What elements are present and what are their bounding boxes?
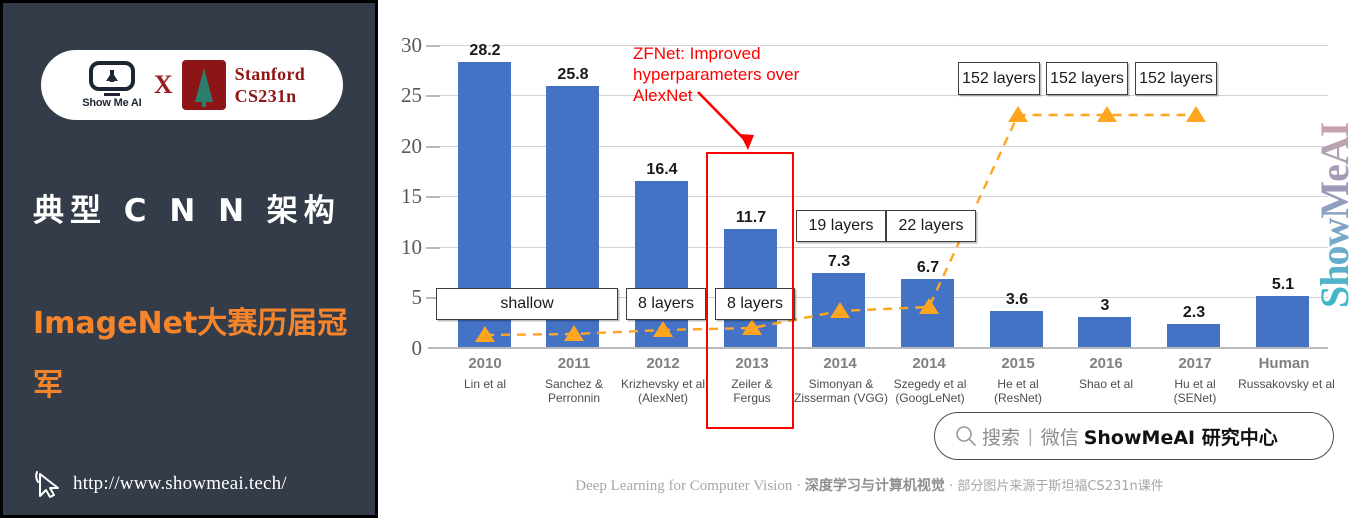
footer-cn-note: 部分图片来源于斯坦福CS231n课件 xyxy=(957,479,1164,494)
ytick-mark-30 xyxy=(426,45,440,47)
showmeai-mark-icon xyxy=(88,61,135,91)
bar-human xyxy=(1256,296,1309,347)
depth-box-2014-googlenet: 22 layers xyxy=(886,210,976,242)
ytick-label-25: 25 xyxy=(401,83,422,107)
ytick-label-10: 10 xyxy=(401,235,422,259)
ytick-label-5: 5 xyxy=(411,285,423,309)
xtick-year-2014-vgg: 2014 xyxy=(823,355,857,372)
xtick-author-2016: Shao et al xyxy=(1078,377,1134,391)
xtick-author-human: Russakovsky et al xyxy=(1238,377,1335,391)
bar-2014-googlenet xyxy=(901,279,954,347)
footer-en: Deep Learning for Computer Vision xyxy=(575,478,793,494)
depth-box-2016: 152 layers xyxy=(1046,62,1128,95)
ytick-label-20: 20 xyxy=(401,134,422,158)
bar-2012 xyxy=(635,181,688,347)
imagenet-winners-chart: 30 25 20 15 10 5 0 28.2 25.8 16.4 11.7 7… xyxy=(378,0,1361,470)
bar-2015 xyxy=(990,311,1043,347)
brand-badge: Show Me AI X Stanford CS231n xyxy=(41,50,343,120)
stanford-tree-icon xyxy=(194,68,213,107)
cursor-icon xyxy=(35,471,59,498)
xtick-year-2014-googlenet: 2014 xyxy=(912,355,946,372)
stanford-s-logo-icon xyxy=(181,52,226,110)
bar-value-human: 5.1 xyxy=(1271,276,1295,293)
xtick-year-2016: 2016 xyxy=(1089,355,1123,372)
collab-x-label: X xyxy=(153,70,173,99)
ytick-label-30: 30 xyxy=(401,33,422,57)
xtick-year-human: Human xyxy=(1258,355,1310,372)
showmeai-logo: Show Me AI xyxy=(79,61,145,109)
showmeai-stand xyxy=(103,93,120,96)
footer-cn-bold: 深度学习与计算机视觉 xyxy=(804,478,945,494)
wechat-search-bar[interactable]: 搜索 | 微信 ShowMeAI 研究中心 xyxy=(934,412,1334,460)
content-panel: 30 25 20 15 10 5 0 28.2 25.8 16.4 11.7 7… xyxy=(378,0,1361,518)
xtick-year-2015: 2015 xyxy=(1001,355,1035,372)
xtick-author-2012: Krizhevsky et al (AlexNet) xyxy=(620,377,706,405)
bar-2014-vgg xyxy=(812,273,865,347)
xtick-year-2012: 2012 xyxy=(646,355,680,372)
ytick-mark-25 xyxy=(426,95,440,97)
zfnet-annotation: ZFNet: Improved hyperparameters over Ale… xyxy=(633,44,800,105)
bar-2016 xyxy=(1078,317,1131,347)
xtick-year-2011: 2011 xyxy=(557,355,591,372)
ytick-mark-15 xyxy=(426,196,440,198)
sidebar-panel: Show Me AI X Stanford CS231n 典型 C N N 架构… xyxy=(0,0,378,518)
stanford-line-2: CS231n xyxy=(234,86,297,106)
xtick-year-2017: 2017 xyxy=(1178,355,1212,372)
search-channel: 微信 xyxy=(1040,426,1079,449)
site-url-row[interactable]: http://www.showmeai.tech/ xyxy=(33,469,287,499)
xtick-year-2010: 2010 xyxy=(468,355,502,372)
bar-2017 xyxy=(1167,324,1220,347)
footer-sep-2: · xyxy=(948,478,954,494)
page-subtitle: ImageNet大赛历届冠军 xyxy=(33,306,348,403)
search-divider: | xyxy=(1028,425,1033,446)
footer-sep-1: · xyxy=(796,478,802,494)
bar-value-2015: 3.6 xyxy=(1005,291,1029,308)
ytick-mark-20 xyxy=(426,146,440,148)
bar-value-2014-vgg: 7.3 xyxy=(827,253,851,270)
axis-baseline xyxy=(428,347,1328,349)
depth-box-2012: 8 layers xyxy=(626,288,706,320)
bar-value-2011: 25.8 xyxy=(557,66,589,83)
bar-value-2017: 2.3 xyxy=(1182,304,1206,321)
site-url-label: http://www.showmeai.tech/ xyxy=(73,473,287,494)
search-icon xyxy=(956,426,976,446)
stanford-course-name: Stanford CS231n xyxy=(235,63,305,107)
depth-box-2015: 152 layers xyxy=(958,62,1040,95)
search-placeholder: 搜索 xyxy=(982,426,1021,449)
depth-box-2017: 152 layers xyxy=(1135,62,1217,95)
slide-root: Show Me AI X Stanford CS231n 典型 C N N 架构… xyxy=(0,0,1361,518)
depth-box-shallow: shallow xyxy=(436,288,618,320)
xtick-year-2013: 2013 xyxy=(735,355,769,372)
xtick-author-2010: Lin et al xyxy=(463,377,507,391)
showmeai-logo-label: Show Me AI xyxy=(82,97,142,109)
footer-bar: Deep Learning for Computer Vision · 深度学习… xyxy=(378,475,1361,495)
showmeai-watermark: ShowMeAI xyxy=(1311,18,1357,308)
xtick-author-2015: He et al (ResNet) xyxy=(993,377,1042,405)
bar-value-2016: 3 xyxy=(1100,297,1110,314)
gridline-30 xyxy=(428,45,1328,46)
search-account: ShowMeAI 研究中心 xyxy=(1083,426,1278,449)
bar-value-2014-googlenet: 6.7 xyxy=(916,259,940,276)
ytick-label-15: 15 xyxy=(401,184,422,208)
bar-value-2012: 16.4 xyxy=(646,161,678,178)
ytick-mark-10 xyxy=(426,247,440,249)
page-title: 典型 C N N 架构 xyxy=(33,193,341,229)
bar-value-2010: 28.2 xyxy=(469,42,501,59)
ytick-label-0: 0 xyxy=(411,336,423,360)
depth-box-2014-vgg: 19 layers xyxy=(796,210,886,242)
stanford-line-1: Stanford xyxy=(234,64,306,84)
